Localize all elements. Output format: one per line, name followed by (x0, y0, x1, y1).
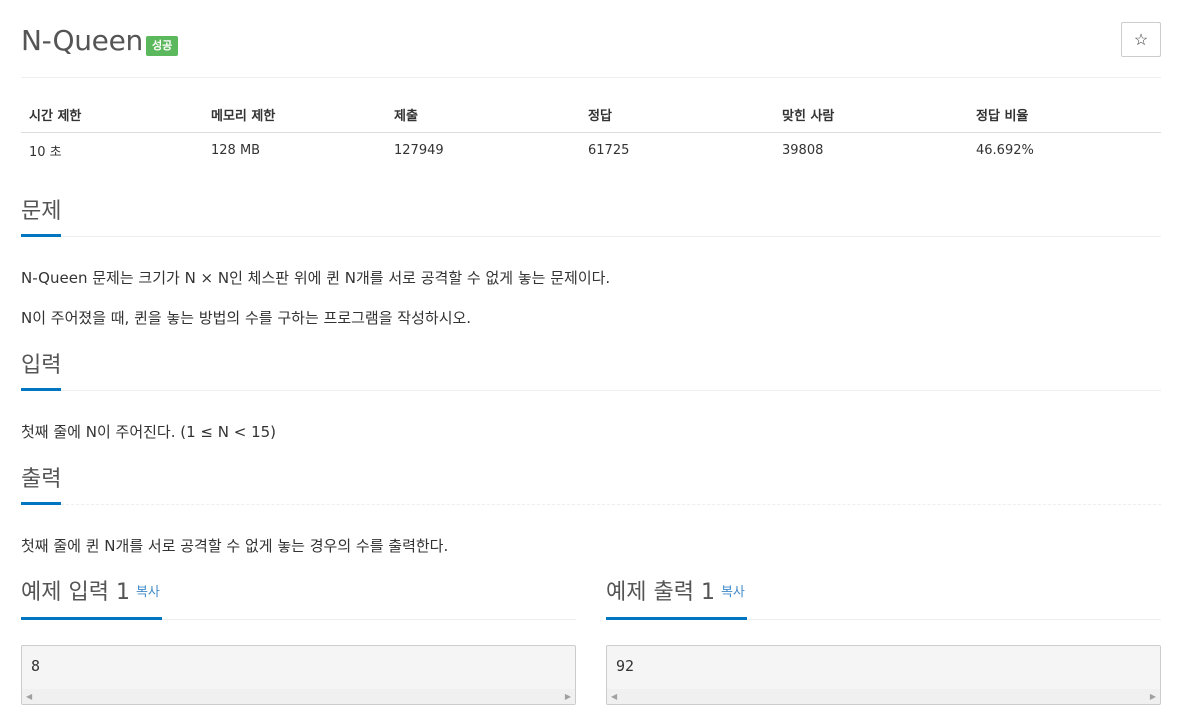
header-accept-ratio: 정답 비율 (968, 98, 1161, 133)
sample-input-box[interactable]: 8 ◀ ▶ (21, 645, 576, 705)
problem-description-line-1: N-Queen 문제는 크기가 N × N인 체스판 위에 퀸 N개를 서로 공… (21, 269, 611, 287)
scroll-right-arrow-icon[interactable]: ▶ (565, 692, 571, 701)
input-section-header: 입력 (21, 351, 1161, 391)
favorite-button[interactable]: ☆ (1121, 22, 1161, 57)
copy-sample-input-link[interactable]: 복사 (136, 585, 160, 600)
problem-description-line-2: N이 주어졌을 때, 퀸을 놓는 방법의 수를 구하는 프로그램을 작성하시오. (21, 309, 472, 327)
problem-page: N-Queen 성공 ☆ 시간 제한 메모리 제한 제출 정답 맞힌 사람 정답… (21, 0, 1161, 705)
page-title: N-Queen (21, 24, 143, 57)
sample-output-header: 예제 출력 1 복사 (606, 578, 1161, 620)
sample-input-header: 예제 입력 1 복사 (21, 578, 576, 620)
header-time-limit: 시간 제한 (21, 98, 203, 133)
value-accept-ratio: 46.692% (976, 143, 1034, 159)
header-memory-limit: 메모리 제한 (203, 98, 386, 133)
value-accepted: 61725 (588, 143, 630, 159)
scroll-right-arrow-icon[interactable]: ▶ (1150, 692, 1156, 701)
value-solved-users: 39808 (782, 143, 824, 159)
header-submissions: 제출 (386, 98, 580, 133)
sample-output-title: 예제 출력 1 복사 (606, 578, 747, 620)
sample-output-scrollbar[interactable]: ◀ ▶ (607, 689, 1160, 704)
input-description: 첫째 줄에 N이 주어진다. (1 ≤ N < 15) (21, 423, 277, 441)
problem-section-header: 문제 (21, 197, 1161, 237)
output-description: 첫째 줄에 퀸 N개를 서로 공격할 수 없게 놓는 경우의 수를 출력한다. (21, 537, 449, 555)
sample-input-value: 8 (31, 657, 41, 675)
sample-output-value: 92 (616, 657, 635, 675)
problem-info-table: 시간 제한 메모리 제한 제출 정답 맞힌 사람 정답 비율 10 초 128 … (21, 98, 1161, 169)
info-header-row: 시간 제한 메모리 제한 제출 정답 맞힌 사람 정답 비율 (21, 98, 1161, 133)
status-badge: 성공 (146, 36, 179, 56)
sample-output-box[interactable]: 92 ◀ ▶ (606, 645, 1161, 705)
info-value-row: 10 초 128 MB 127949 61725 39808 46.692% (21, 132, 1161, 169)
scroll-left-arrow-icon[interactable]: ◀ (26, 692, 32, 701)
sample-output-title-text: 예제 출력 1 (606, 580, 715, 605)
star-icon: ☆ (1133, 31, 1149, 49)
scroll-left-arrow-icon[interactable]: ◀ (611, 692, 617, 701)
sample-input-scrollbar[interactable]: ◀ ▶ (22, 689, 575, 704)
input-section-title: 입력 (21, 351, 62, 391)
value-time-limit: 10 초 (29, 145, 62, 161)
output-section-title: 출력 (21, 465, 62, 505)
value-submissions: 127949 (394, 143, 444, 159)
sample-input-title-text: 예제 입력 1 (21, 580, 130, 605)
sample-input-title: 예제 입력 1 복사 (21, 578, 162, 620)
header-solved-users: 맞힌 사람 (774, 98, 968, 133)
output-section-header: 출력 (21, 465, 1161, 505)
header-accepted: 정답 (580, 98, 774, 133)
problem-header: N-Queen 성공 ☆ (21, 0, 1161, 78)
problem-section-title: 문제 (21, 197, 62, 237)
value-memory-limit: 128 MB (211, 143, 261, 159)
copy-sample-output-link[interactable]: 복사 (721, 585, 745, 600)
